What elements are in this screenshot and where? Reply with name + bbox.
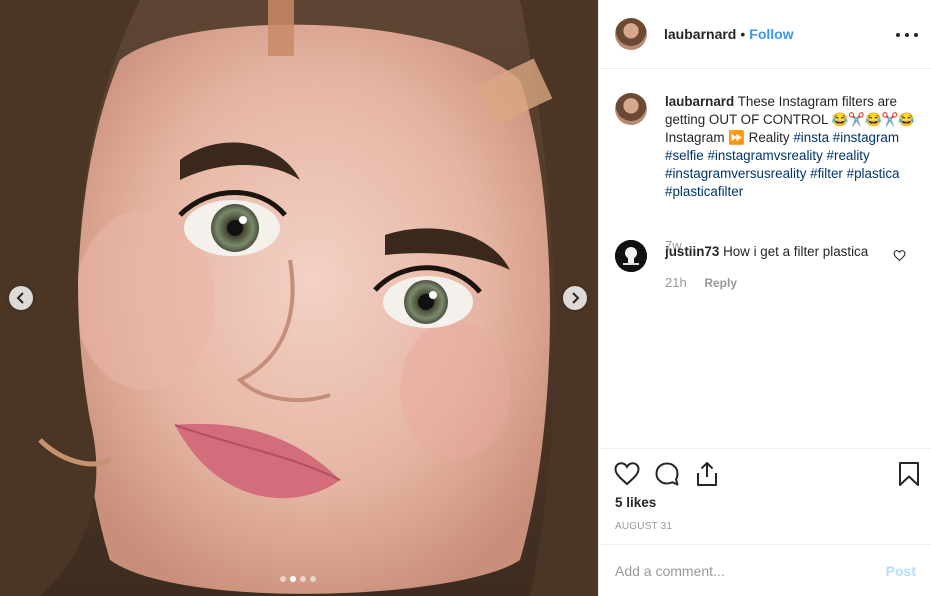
- more-dot: [905, 33, 909, 37]
- caption-avatar[interactable]: [615, 93, 647, 125]
- comment-meta: 21h Reply: [665, 275, 737, 290]
- post-actions: 5 likes AUGUST 31: [599, 448, 931, 544]
- selfie-image: [0, 0, 598, 596]
- author-avatar[interactable]: [615, 18, 647, 50]
- hashtag-link[interactable]: #instagramversusreality: [665, 166, 806, 181]
- carousel-dot: [300, 576, 306, 582]
- carousel-indicators: [280, 576, 316, 582]
- commenter-avatar[interactable]: [615, 240, 647, 272]
- carousel-dot-active: [290, 576, 296, 582]
- hashtag-link[interactable]: #filter: [810, 166, 843, 181]
- post-date[interactable]: AUGUST 31: [615, 521, 672, 532]
- comment-input[interactable]: [615, 562, 865, 579]
- header-separator: •: [740, 26, 746, 42]
- likes-count[interactable]: 5 likes: [615, 495, 656, 510]
- more-options-icon[interactable]: [896, 25, 918, 45]
- post-sidebar: laubarnard • Follow laubarnard These Ins…: [598, 0, 931, 596]
- author-username[interactable]: laubarnard: [664, 26, 736, 42]
- post-photo: [0, 0, 598, 596]
- comment-timestamp[interactable]: 21h: [665, 275, 687, 290]
- chevron-left-icon: [16, 292, 24, 304]
- commenter-avatar-image: [615, 240, 647, 272]
- more-dot: [914, 33, 918, 37]
- share-icon[interactable]: [694, 461, 720, 487]
- carousel-dot: [310, 576, 316, 582]
- hashtag-link[interactable]: #reality: [827, 148, 870, 163]
- chevron-right-icon: [572, 292, 580, 304]
- post-comment-button[interactable]: Post: [886, 563, 916, 579]
- comment-icon[interactable]: [654, 461, 680, 487]
- more-dot: [896, 33, 900, 37]
- post-header: laubarnard • Follow: [599, 0, 931, 69]
- reply-button[interactable]: Reply: [704, 276, 737, 290]
- previous-slide-button[interactable]: [9, 286, 33, 310]
- next-slide-button[interactable]: [563, 286, 587, 310]
- comment-body: justiin73 How i get a filter plastica: [665, 243, 895, 261]
- hashtag-link[interactable]: #insta: [793, 130, 829, 145]
- comment-heart-icon[interactable]: [893, 249, 906, 262]
- hashtag-link[interactable]: #instagramvsreality: [707, 148, 822, 163]
- hashtag-link[interactable]: #plasticafilter: [665, 184, 743, 199]
- follow-button[interactable]: Follow: [749, 26, 793, 42]
- commenter-username[interactable]: justiin73: [665, 244, 719, 259]
- comment-composer: Post: [599, 544, 931, 596]
- hashtag-link[interactable]: #selfie: [665, 148, 704, 163]
- comments-section[interactable]: laubarnard These Instagram filters are g…: [599, 70, 931, 448]
- post-media[interactable]: [0, 0, 598, 596]
- carousel-dot: [280, 576, 286, 582]
- hashtag-link[interactable]: #plastica: [847, 166, 900, 181]
- heart-icon[interactable]: [614, 461, 640, 487]
- caption-username[interactable]: laubarnard: [665, 94, 734, 109]
- comment-text: How i get a filter plastica: [723, 244, 869, 259]
- hashtag-link[interactable]: #instagram: [833, 130, 899, 145]
- bookmark-icon[interactable]: [896, 461, 922, 487]
- caption-body: laubarnard These Instagram filters are g…: [665, 93, 920, 201]
